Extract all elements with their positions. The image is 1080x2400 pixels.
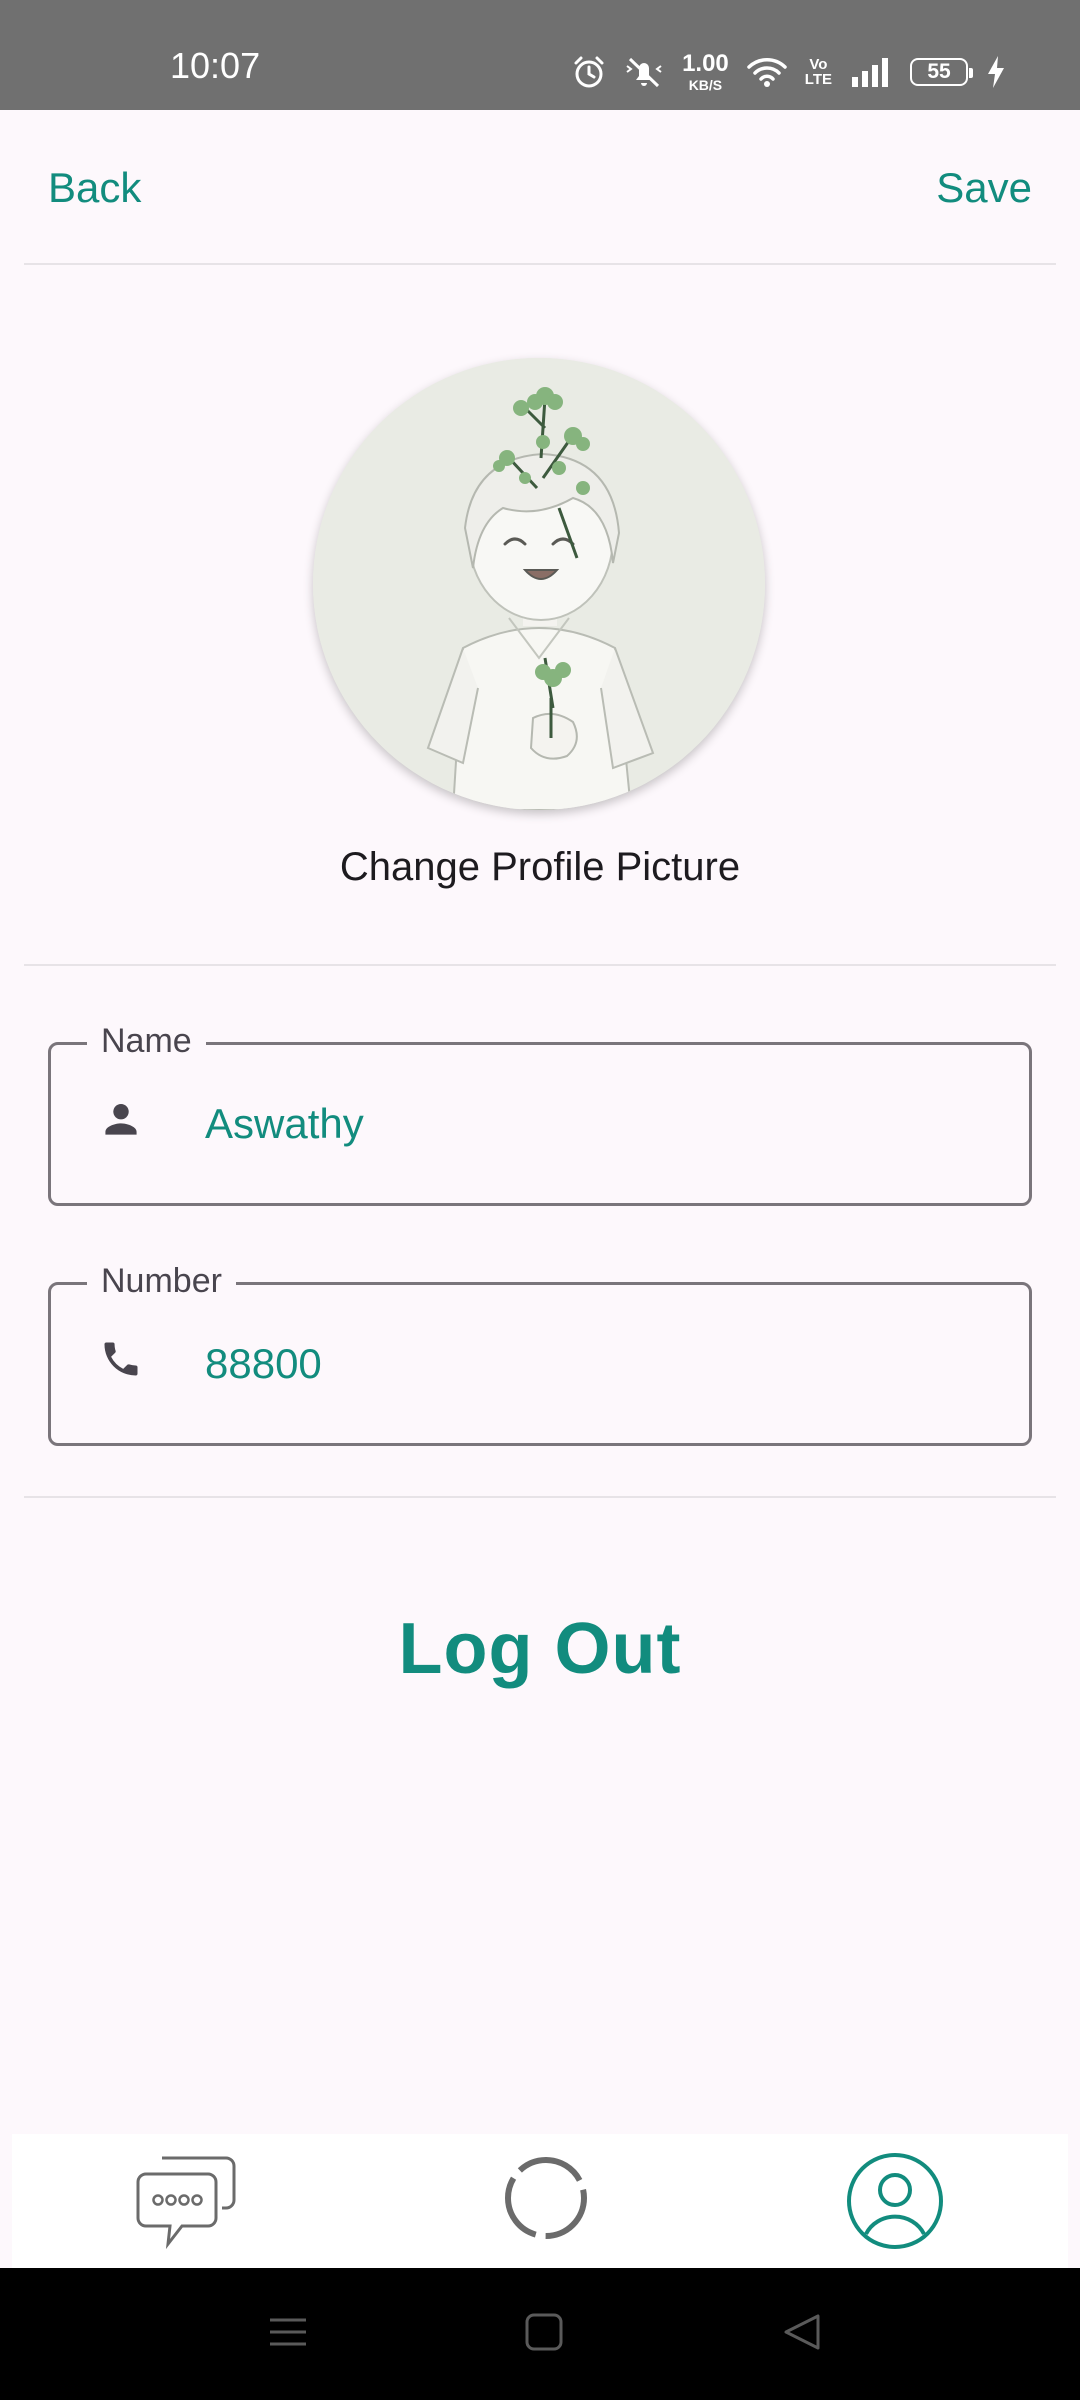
charging-icon bbox=[986, 55, 1006, 89]
number-field-label: Number bbox=[87, 1259, 236, 1303]
status-bar: 10:07 1.00 KB/S Vo LTE 55 bbox=[0, 0, 1080, 110]
name-field-label: Name bbox=[87, 1019, 206, 1063]
volte-indicator: Vo LTE bbox=[805, 57, 832, 87]
status-time: 10:07 bbox=[170, 45, 261, 86]
battery-icon: 55 bbox=[910, 58, 973, 86]
profile-icon[interactable] bbox=[842, 2148, 948, 2259]
home-icon[interactable] bbox=[524, 2312, 564, 2357]
mute-icon bbox=[624, 54, 664, 90]
system-navigation-bar bbox=[0, 2268, 1080, 2400]
status-icon[interactable] bbox=[496, 2148, 596, 2253]
back-icon[interactable] bbox=[782, 2312, 822, 2357]
person-icon bbox=[99, 1097, 143, 1146]
form-divider bbox=[24, 1496, 1056, 1498]
volte-top: Vo bbox=[809, 56, 828, 73]
volte-bottom: LTE bbox=[804, 71, 832, 88]
app-header: Back Save bbox=[0, 110, 1080, 265]
phone-icon bbox=[99, 1337, 143, 1386]
bottom-navigation bbox=[12, 2134, 1068, 2268]
battery-level: 55 bbox=[927, 60, 951, 83]
change-profile-picture-link[interactable]: Change Profile Picture bbox=[0, 842, 1080, 892]
name-input[interactable]: Aswathy bbox=[205, 1098, 364, 1150]
network-speed-value: 1.00 bbox=[682, 50, 729, 77]
back-button[interactable]: Back bbox=[48, 164, 141, 212]
name-field[interactable]: Name Aswathy bbox=[48, 1019, 1032, 1206]
save-button[interactable]: Save bbox=[936, 164, 1032, 212]
header-divider bbox=[24, 263, 1056, 265]
profile-divider bbox=[24, 964, 1056, 966]
number-field[interactable]: Number 88800 bbox=[48, 1259, 1032, 1446]
alarm-icon bbox=[572, 55, 606, 89]
chats-icon[interactable] bbox=[134, 2148, 244, 2257]
signal-icon bbox=[850, 57, 892, 87]
menu-icon[interactable] bbox=[268, 2312, 308, 2357]
network-speed: 1.00 KB/S bbox=[682, 50, 729, 93]
network-speed-unit: KB/S bbox=[688, 77, 723, 93]
number-input[interactable]: 88800 bbox=[205, 1338, 322, 1390]
profile-picture[interactable] bbox=[313, 358, 765, 810]
logout-button[interactable]: Log Out bbox=[0, 1604, 1080, 1694]
status-icons: 1.00 KB/S Vo LTE 55 bbox=[572, 50, 1006, 94]
wifi-icon bbox=[747, 56, 787, 88]
